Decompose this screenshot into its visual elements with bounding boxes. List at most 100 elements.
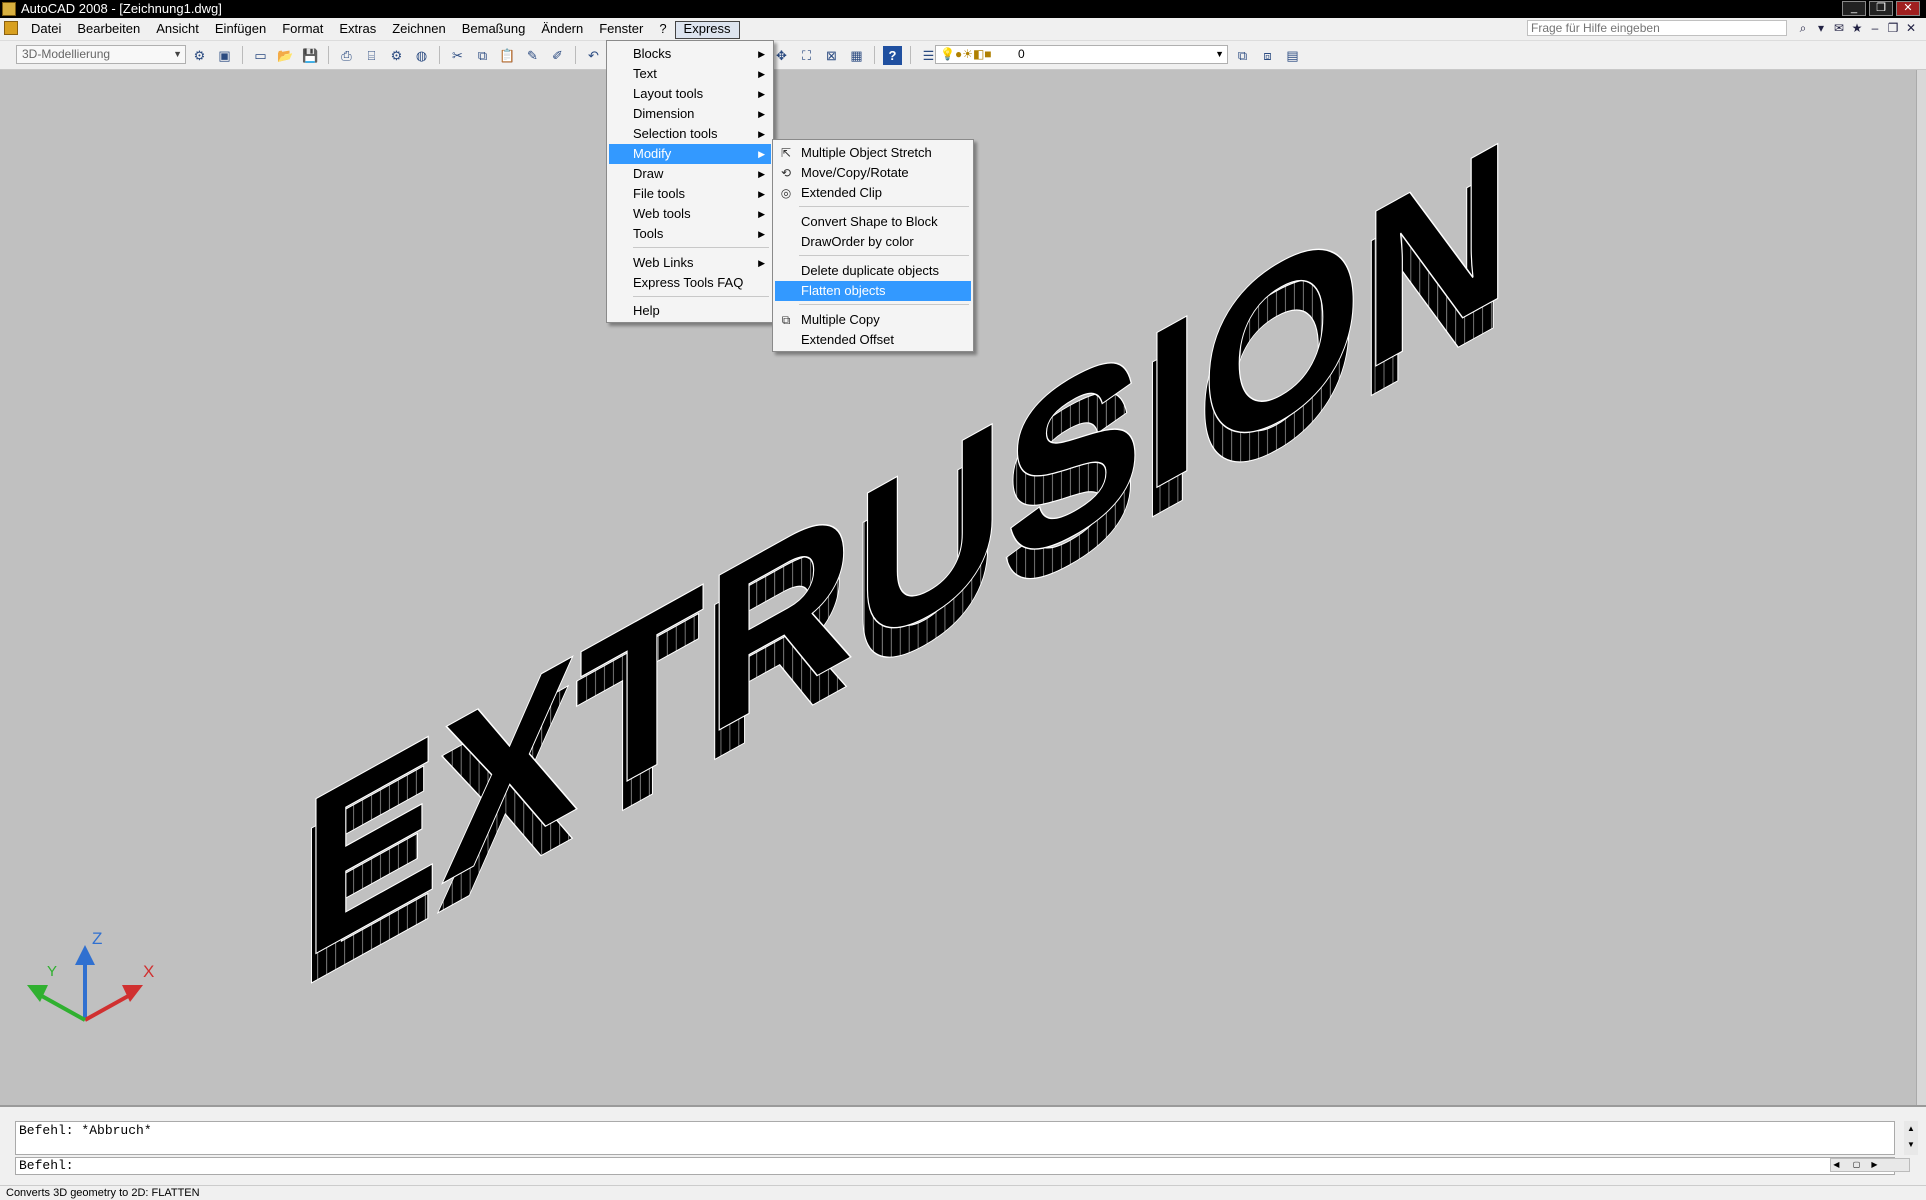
menu-label: Move/Copy/Rotate	[801, 165, 909, 180]
chevron-down-icon: ▼	[1215, 49, 1224, 59]
open-file-icon[interactable]: 📂	[276, 46, 295, 65]
layer-previous-icon[interactable]: ⧈	[1258, 46, 1277, 65]
favorites-star-icon[interactable]: ★	[1849, 20, 1865, 36]
express-tools[interactable]: Tools ▶	[609, 224, 771, 244]
menu-fenster[interactable]: Fenster	[591, 21, 651, 37]
workspace-settings-icon[interactable]: ⚙	[190, 46, 209, 65]
close-button[interactable]: ✕	[1896, 1, 1920, 16]
communication-center-icon[interactable]: ✉	[1831, 20, 1847, 36]
cut-icon[interactable]: ✂	[448, 46, 467, 65]
menu-bemassung[interactable]: Bemaßung	[454, 21, 534, 37]
doc-minimize-icon[interactable]: –	[1867, 20, 1883, 36]
print-preview-icon[interactable]: ⌸	[362, 46, 381, 65]
menu-bearbeiten[interactable]: Bearbeiten	[69, 21, 148, 37]
extended-offset[interactable]: Extended Offset	[775, 330, 971, 350]
dropdown-arrow-icon[interactable]: ▾	[1813, 20, 1829, 36]
express-web-tools[interactable]: Web tools ▶	[609, 204, 771, 224]
maximize-button[interactable]: ❐	[1869, 1, 1893, 16]
workspace-select[interactable]: 3D-Modellierung ▼	[16, 45, 186, 64]
flatten-objects[interactable]: Flatten objects	[775, 281, 971, 301]
match-properties-icon[interactable]: ✎	[523, 46, 542, 65]
move-copy-rotate-icon: ⟲	[780, 166, 792, 180]
publish-icon[interactable]: ⚙	[387, 46, 406, 65]
copy-icon[interactable]: ⧉	[473, 46, 492, 65]
menu-label: Text	[633, 66, 657, 81]
window-title: AutoCAD 2008 - [Zeichnung1.dwg]	[21, 1, 222, 16]
command-scrollbar[interactable]: ▲ ▼	[1904, 1121, 1918, 1155]
horizontal-scrollbar[interactable]: ◀ ▢ ▶	[1830, 1158, 1910, 1172]
autocad-app-icon[interactable]	[2, 2, 16, 16]
workspace-save-icon[interactable]: ▣	[215, 46, 234, 65]
menu-einfuegen[interactable]: Einfügen	[207, 21, 274, 37]
title-bar: AutoCAD 2008 - [Zeichnung1.dwg] _ ❐ ✕	[0, 0, 1926, 18]
search-icon[interactable]: ⌕	[1795, 20, 1811, 36]
save-icon[interactable]: 💾	[301, 46, 320, 65]
submenu-arrow-icon: ▶	[758, 258, 765, 268]
extended-clip[interactable]: ◎ Extended Clip	[775, 183, 971, 203]
command-history: Befehl: *Abbruch*	[15, 1121, 1895, 1155]
clip-icon: ◎	[780, 186, 792, 200]
convert-shape-to-block[interactable]: Convert Shape to Block	[775, 212, 971, 232]
markup-icon[interactable]: ⊠	[822, 46, 841, 65]
zoom-icon[interactable]: ⛶	[797, 46, 816, 65]
doc-restore-icon[interactable]: ❐	[1885, 20, 1901, 36]
modify-submenu: ⇱ Multiple Object Stretch ⟲ Move/Copy/Rota…	[772, 139, 974, 352]
express-modify[interactable]: Modify ▶	[609, 144, 771, 164]
3d-dwf-icon[interactable]: ◍	[412, 46, 431, 65]
submenu-arrow-icon: ▶	[758, 209, 765, 219]
help-icon[interactable]: ?	[883, 46, 902, 65]
menu-separator	[799, 304, 969, 305]
layer-state-icons: 💡●☀◧■	[940, 47, 992, 61]
menu-format[interactable]: Format	[274, 21, 331, 37]
submenu-arrow-icon: ▶	[758, 129, 765, 139]
menu-zeichnen[interactable]: Zeichnen	[384, 21, 453, 37]
menu-aendern[interactable]: Ändern	[533, 21, 591, 37]
menu-label: Convert Shape to Block	[801, 214, 938, 229]
menu-bar: Datei Bearbeiten Ansicht Einfügen Format…	[0, 18, 1926, 41]
menu-help[interactable]: ?	[651, 21, 674, 37]
ucs-x-label: X	[143, 962, 154, 981]
express-help[interactable]: Help	[609, 301, 771, 321]
block-editor-icon[interactable]: ✐	[548, 46, 567, 65]
menu-label: Modify	[633, 146, 672, 161]
express-file-tools[interactable]: File tools ▶	[609, 184, 771, 204]
print-icon[interactable]: ⎙	[337, 46, 356, 65]
express-selection-tools[interactable]: Selection tools ▶	[609, 124, 771, 144]
draworder-by-color[interactable]: DrawOrder by color	[775, 232, 971, 252]
move-copy-rotate[interactable]: ⟲ Move/Copy/Rotate	[775, 163, 971, 183]
undo-icon[interactable]: ↶	[584, 46, 603, 65]
menu-label: Extended Clip	[801, 185, 882, 200]
express-web-links[interactable]: Web Links ▶	[609, 253, 771, 273]
vertical-scroll-edge[interactable]	[1916, 70, 1926, 1105]
doc-close-icon[interactable]: ✕	[1903, 20, 1919, 36]
express-text[interactable]: Text ▶	[609, 64, 771, 84]
submenu-arrow-icon: ▶	[758, 229, 765, 239]
menu-ansicht[interactable]: Ansicht	[148, 21, 207, 37]
express-layout-tools[interactable]: Layout tools ▶	[609, 84, 771, 104]
new-file-icon[interactable]: ▭	[251, 46, 270, 65]
express-tools-faq[interactable]: Express Tools FAQ	[609, 273, 771, 293]
paste-icon[interactable]: 📋	[498, 46, 517, 65]
menu-datei[interactable]: Datei	[23, 21, 69, 37]
help-search-input[interactable]	[1527, 20, 1787, 36]
stretch-icon: ⇱	[780, 146, 792, 160]
express-dimension[interactable]: Dimension ▶	[609, 104, 771, 124]
express-draw[interactable]: Draw ▶	[609, 164, 771, 184]
multiple-copy[interactable]: ⧉ Multiple Copy	[775, 310, 971, 330]
menu-extras[interactable]: Extras	[331, 21, 384, 37]
express-blocks[interactable]: Blocks ▶	[609, 44, 771, 64]
layer-states-icon[interactable]: ▤	[1283, 46, 1302, 65]
menu-express[interactable]: Express	[674, 21, 740, 39]
calculator-icon[interactable]: ▦	[847, 46, 866, 65]
menu-separator	[799, 255, 969, 256]
multiple-object-stretch[interactable]: ⇱ Multiple Object Stretch	[775, 143, 971, 163]
minimize-button[interactable]: _	[1842, 1, 1866, 16]
delete-duplicate-objects[interactable]: Delete duplicate objects	[775, 261, 971, 281]
layer-select[interactable]: 💡●☀◧■ 0 ▼	[935, 45, 1228, 64]
document-icon[interactable]	[4, 21, 18, 35]
submenu-arrow-icon: ▶	[758, 109, 765, 119]
make-current-layer-icon[interactable]: ⧉	[1233, 46, 1252, 65]
pan-icon[interactable]: ✥	[772, 46, 791, 65]
command-input[interactable]: Befehl:	[15, 1157, 1895, 1175]
submenu-arrow-icon: ▶	[758, 89, 765, 99]
